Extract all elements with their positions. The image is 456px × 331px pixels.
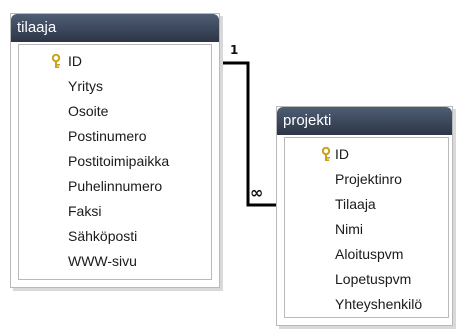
field-name: Postitoimipaikka [68,153,170,169]
field-row[interactable]: Puhelinnumero [19,174,211,199]
field-name: Aloituspvm [335,246,404,262]
field-row[interactable]: Postitoimipaikka [19,149,211,174]
field-row[interactable]: Projektinro [285,167,448,192]
field-row-id[interactable]: ID [19,49,211,74]
field-name: Tilaaja [335,196,376,212]
field-row[interactable]: Lopetuspvm [285,267,448,292]
field-name: Projektinro [335,171,402,187]
table-tilaaja[interactable]: tilaaja ID Yritys Osoite Postinumero Pos… [10,13,220,288]
field-list[interactable]: ID Yritys Osoite Postinumero Postitoimip… [18,44,212,280]
field-row[interactable]: Aloituspvm [285,242,448,267]
field-row[interactable]: Nimi [285,217,448,242]
field-name: Yritys [68,78,103,94]
relationship-diagram: 1 ∞ tilaaja ID Yritys Osoite Postinumero… [0,0,456,331]
field-row-id[interactable]: ID [285,142,448,167]
field-list[interactable]: ID Projektinro Tilaaja Nimi Aloituspvm L… [284,137,449,318]
field-name: Sähköposti [68,228,138,244]
table-projekti[interactable]: projekti ID Projektinro Tilaaja Nimi Alo… [276,106,453,326]
field-name: Yhteyshenkilö [335,296,423,312]
field-row[interactable]: Osoite [19,99,211,124]
field-name: ID [68,53,82,69]
field-row[interactable]: Yhteyshenkilö [285,292,448,317]
field-name: Faksi [68,203,102,219]
field-name: Puhelinnumero [68,178,163,194]
field-name: Osoite [68,103,109,119]
table-title[interactable]: projekti [277,107,452,135]
relationship-many-label: ∞ [250,183,263,202]
relationship-one-label: 1 [230,43,238,57]
field-row[interactable]: Postinumero [19,124,211,149]
field-row[interactable]: WWW-sivu [19,249,211,274]
table-title[interactable]: tilaaja [11,14,219,42]
field-name: ID [335,146,349,162]
field-name: Lopetuspvm [335,271,412,287]
key-icon [51,54,61,68]
field-row[interactable]: Faksi [19,199,211,224]
field-name: WWW-sivu [68,253,137,269]
field-name: Nimi [335,221,363,237]
relationship-line [218,61,276,207]
field-row[interactable]: Yritys [19,74,211,99]
key-icon [321,147,331,161]
field-row[interactable]: Tilaaja [285,192,448,217]
field-name: Postinumero [68,128,147,144]
field-row[interactable]: Sähköposti [19,224,211,249]
